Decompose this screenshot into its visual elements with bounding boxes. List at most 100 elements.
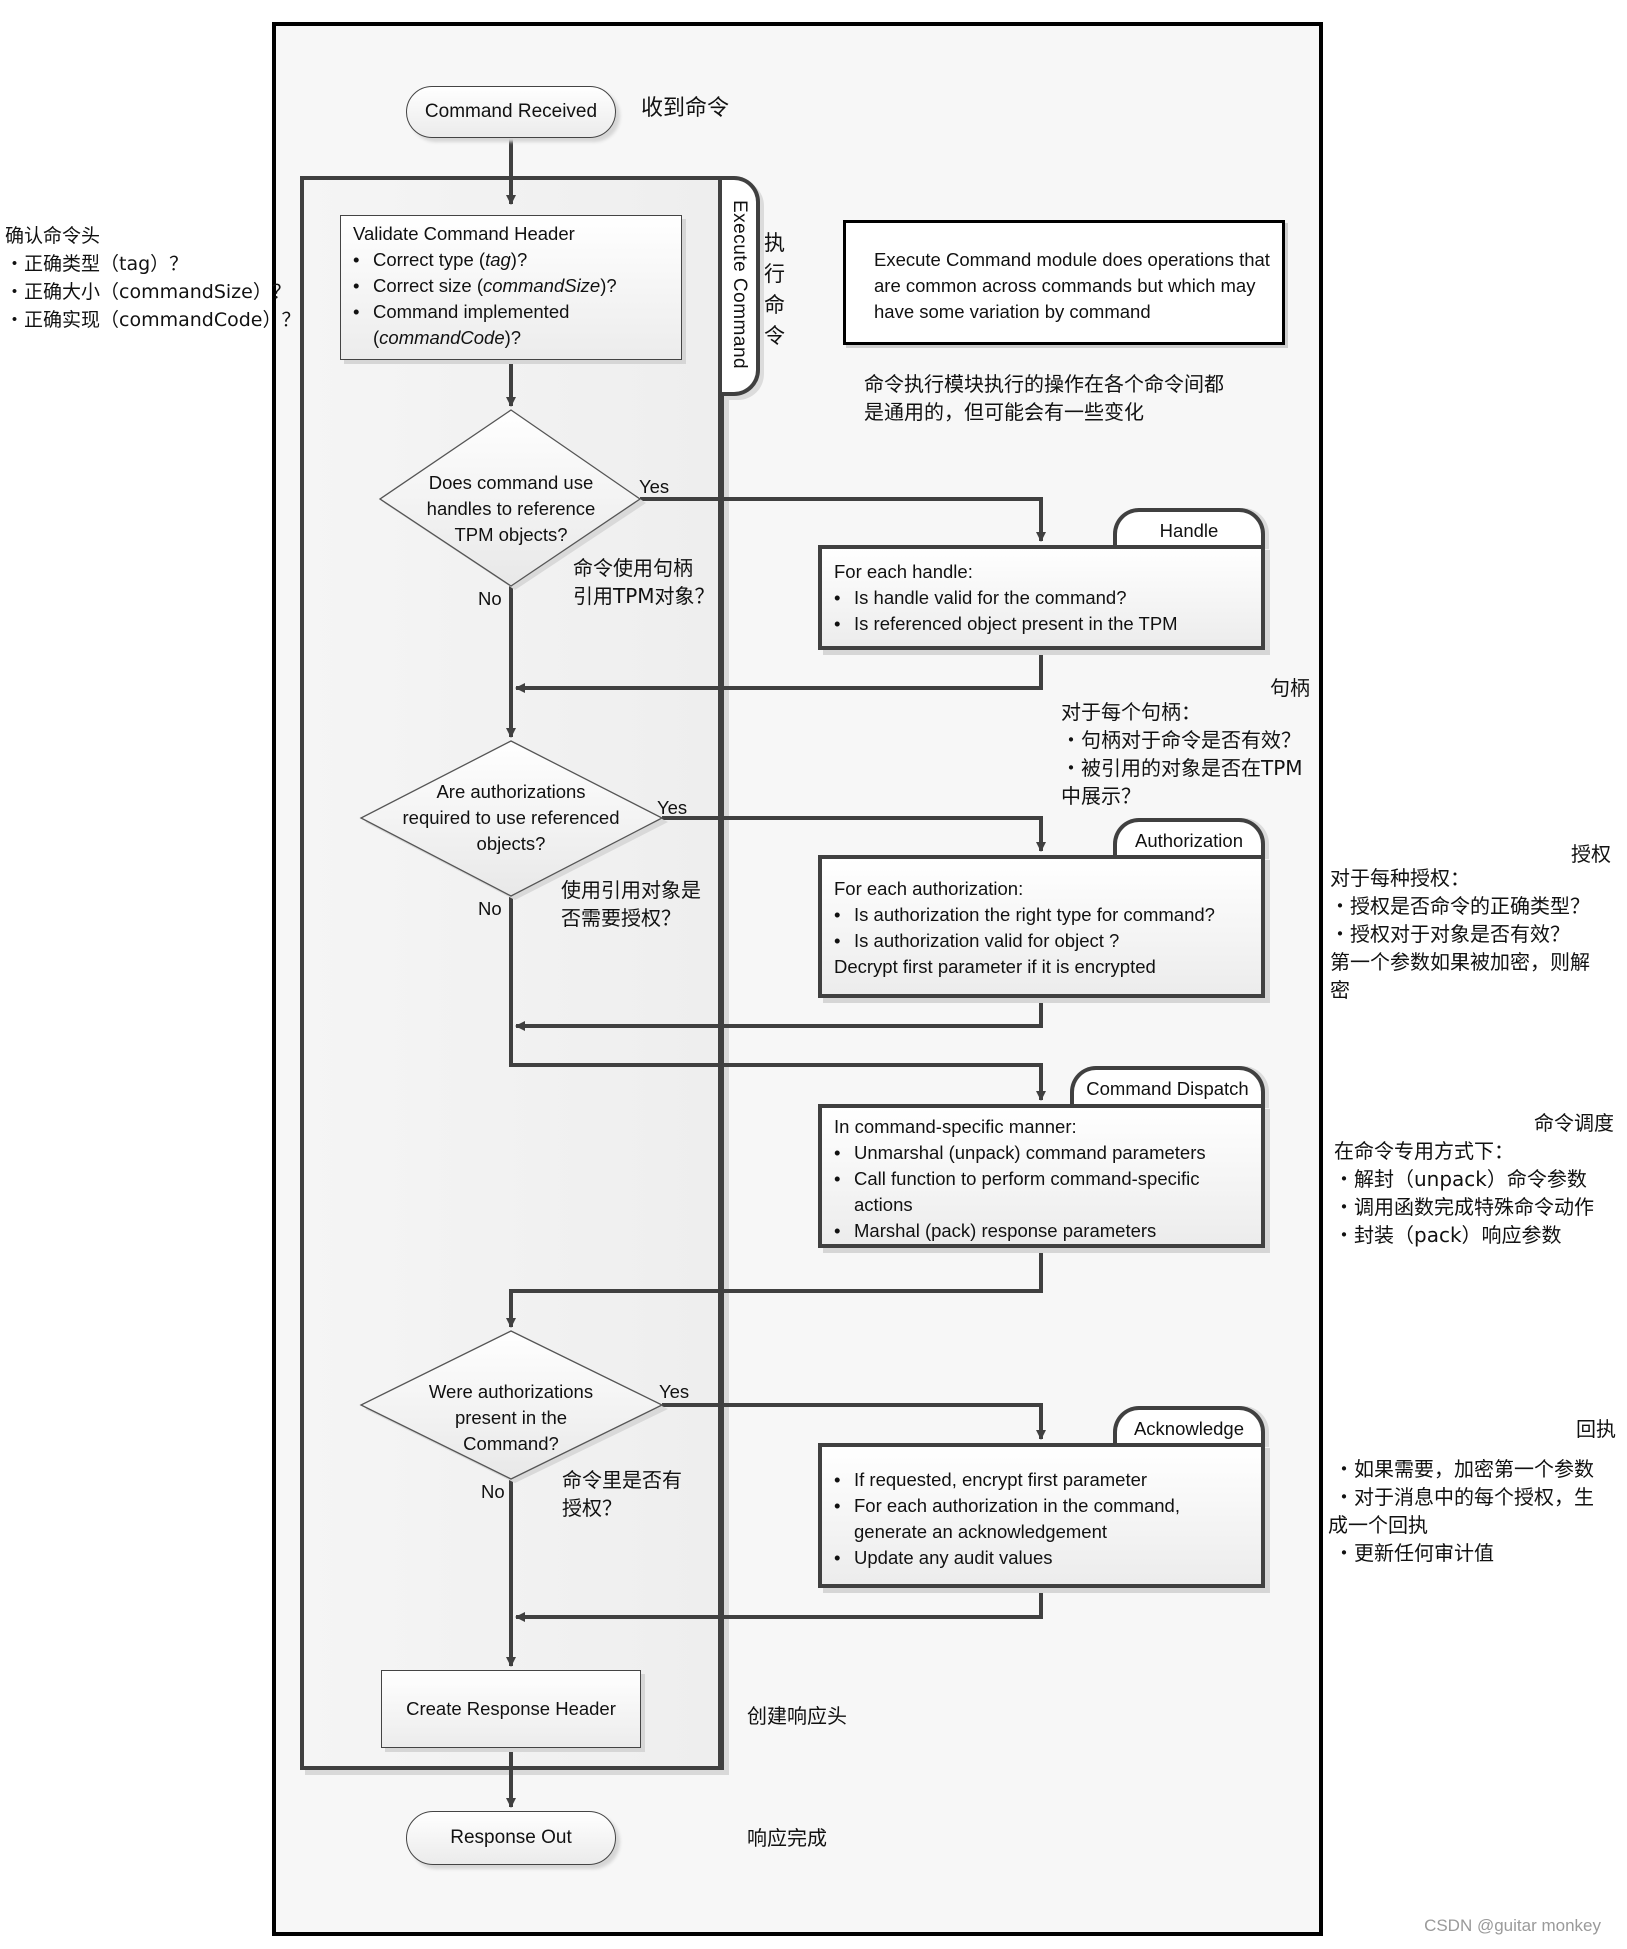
decision-present-cn: 命令里是否有 授权？ (562, 1466, 682, 1522)
create-response-label: Create Response Header (406, 1698, 616, 1719)
cn-title: 确认命令头 (5, 225, 101, 247)
arrow-yes-handle (640, 497, 1046, 542)
create-response-cn: 创建响应头 (747, 1704, 847, 1728)
decision-handles-cn: 命令使用句柄 引用TPM对象？ (573, 554, 715, 610)
decision-line: Command? (463, 1433, 559, 1454)
dispatch-tab: Command Dispatch (1070, 1066, 1265, 1108)
authorization-list: Is authorization the right type for comm… (834, 902, 1249, 954)
authorization-cn: 对于每种授权： ・授权是否命令的正确类型？ ・授权对于对象是否有效？ 第一个参数… (1330, 864, 1590, 1004)
arrow-handle-return (515, 650, 1043, 693)
dispatch-intro: In command-specific manner: (834, 1116, 1077, 1137)
acknowledge-box: If requested, encrypt first parameter Fo… (818, 1443, 1265, 1588)
dispatch-item: Call function to perform command-specifi… (834, 1166, 1244, 1218)
cn-line: 在命令专用方式下： (1334, 1139, 1514, 1163)
end-cn-label: 响应完成 (747, 1826, 827, 1850)
acknowledge-item: If requested, encrypt first parameter (834, 1467, 1249, 1493)
handle-item: Is handle valid for the command? (834, 585, 1249, 611)
acknowledge-cn-title: 回执 (1576, 1417, 1616, 1441)
validate-cn-annotation: 确认命令头 ・正确类型（tag）？ ・正确大小（commandSize）？ ・正… (5, 222, 300, 334)
dispatch-box: In command-specific manner: Unmarshal (u… (818, 1104, 1265, 1248)
validate-title: Validate Command Header (353, 223, 575, 244)
cn-line: 成一个回执 (1328, 1513, 1428, 1537)
cn-line: 否需要授权？ (561, 906, 681, 930)
decision-present-no: No (481, 1481, 505, 1502)
dispatch-tab-label: Command Dispatch (1086, 1078, 1249, 1099)
handle-tab-label: Handle (1159, 519, 1219, 541)
cn-line: ・解封（unpack）命令参数 (1334, 1167, 1587, 1191)
cn-line: 授权？ (562, 1496, 622, 1520)
cn-line: ・正确实现（commandCode）？ (5, 309, 301, 331)
acknowledge-cn: ・如果需要，加密第一个参数 ・对于消息中的每个授权，生 成一个回执 ・更新任何审… (1328, 1455, 1594, 1567)
dispatch-cn-title: 命令调度 (1534, 1111, 1614, 1135)
authorization-intro: For each authorization: (834, 878, 1024, 899)
decision-line: present in the (454, 1407, 568, 1428)
start-terminal: Command Received (406, 86, 616, 138)
decision-handles-no: No (478, 588, 502, 609)
cn-line: 密 (1330, 978, 1350, 1002)
cn-line: ・授权对于对象是否有效？ (1330, 922, 1570, 946)
cn-char: 命 (764, 293, 785, 317)
dispatch-item: Unmarshal (unpack) command parameters (834, 1140, 1249, 1166)
validate-item: Correct size (commandSize)? (353, 273, 669, 299)
create-response-header-box: Create Response Header (381, 1670, 641, 1748)
handle-tab: Handle (1113, 508, 1265, 549)
handle-item: Is referenced object present in the TPM (834, 611, 1249, 637)
cn-line: 命令执行模块执行的操作在各个命令间都 (864, 372, 1224, 396)
decision-auth-cn: 使用引用对象是 否需要授权？ (561, 876, 701, 932)
handle-list: Is handle valid for the command? Is refe… (834, 585, 1249, 637)
authorization-tab: Authorization (1113, 818, 1265, 859)
decision-handles-yes: Yes (639, 476, 670, 497)
end-label: Response Out (450, 1827, 572, 1848)
start-label: Command Received (424, 101, 598, 122)
acknowledge-item: For each authorization in the command, g… (834, 1493, 1224, 1545)
cn-line: ・正确类型（tag）？ (5, 253, 189, 275)
decision-line: Are authorizations (436, 781, 586, 802)
decision-line: objects? (476, 833, 546, 854)
dispatch-item: Marshal (pack) response parameters (834, 1218, 1249, 1244)
cn-line: 使用引用对象是 (561, 878, 701, 902)
decision-auth-text: Are authorizations required to use refer… (380, 779, 642, 857)
arrow-dispatch-to-decision3 (506, 1248, 1043, 1328)
decision-line: handles to reference (426, 498, 596, 519)
note-cn: 命令执行模块执行的操作在各个命令间都 是通用的，但可能会有一些变化 (864, 370, 1224, 426)
dispatch-list: Unmarshal (unpack) command parameters Ca… (834, 1140, 1249, 1244)
cn-line: ・调用函数完成特殊命令动作 (1334, 1195, 1594, 1219)
acknowledge-tab: Acknowledge (1113, 1406, 1265, 1447)
cn-line: ・授权是否命令的正确类型？ (1330, 894, 1590, 918)
cn-line: ・正确大小（commandSize）？ (5, 281, 291, 303)
dispatch-cn: 在命令专用方式下： ・解封（unpack）命令参数 ・调用函数完成特殊命令动作 … (1334, 1137, 1594, 1249)
note-text: Execute Command module does operations t… (874, 249, 1270, 322)
cn-line: ・被引用的对象是否在TPM (1061, 756, 1303, 780)
execute-command-cn-label: 执 行 命 令 (764, 228, 790, 352)
decision-present-text: Were authorizations present in the Comma… (390, 1379, 632, 1457)
handle-cn: 对于每个句柄： ・句柄对于命令是否有效？ ・被引用的对象是否在TPM 中展示？ (1061, 698, 1303, 810)
cn-line: 对于每种授权： (1330, 866, 1470, 890)
handle-box: For each handle: Is handle valid for the… (818, 545, 1265, 650)
watermark: CSDN @guitar monkey (1424, 1916, 1601, 1935)
cn-line: 对于每个句柄： (1061, 700, 1201, 724)
decision-line: required to use referenced (402, 807, 620, 828)
authorization-tab-label: Authorization (1135, 829, 1243, 851)
cn-line: ・对于消息中的每个授权，生 (1334, 1485, 1594, 1509)
cn-line: ・如果需要，加密第一个参数 (1334, 1457, 1594, 1481)
acknowledge-tab-label: Acknowledge (1133, 1417, 1245, 1439)
cn-line: 命令使用句柄 (573, 556, 693, 580)
start-cn-label: 收到命令 (641, 96, 730, 121)
cn-line: 引用TPM对象？ (573, 584, 715, 608)
acknowledge-list: If requested, encrypt first parameter Fo… (834, 1467, 1249, 1571)
decision-handles-text: Does command use handles to reference TP… (400, 470, 622, 548)
cn-line: 第一个参数如果被加密，则解 (1330, 950, 1590, 974)
cn-char: 行 (764, 262, 785, 286)
decision-line: Were authorizations (428, 1381, 594, 1402)
cn-line: ・更新任何审计值 (1334, 1541, 1494, 1565)
handle-intro: For each handle: (834, 561, 973, 582)
validate-header-box: Validate Command Header Correct type (ta… (340, 215, 682, 360)
arrow-authorization-return (515, 998, 1043, 1031)
authorization-box: For each authorization: Is authorization… (818, 855, 1265, 998)
acknowledge-item: Update any audit values (834, 1545, 1249, 1571)
cn-line: ・封装（pack）响应参数 (1334, 1223, 1562, 1247)
arrow-acknowledge-return (515, 1588, 1043, 1622)
cn-line: 是通用的，但可能会有一些变化 (864, 400, 1144, 424)
decision-auth-no: No (478, 898, 502, 919)
validate-list: Correct type (tag)? Correct size (comman… (353, 247, 669, 351)
